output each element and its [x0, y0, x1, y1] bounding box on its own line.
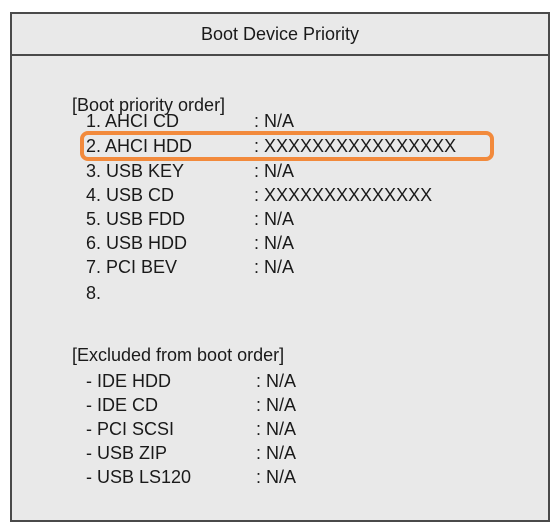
- boot-item-label: 5. USB FDD: [86, 209, 186, 229]
- bios-boot-screen: Boot Device Priority [Boot priority orde…: [10, 12, 550, 522]
- boot-item-value: : N/A: [254, 257, 295, 277]
- boot-item-value: : XXXXXXXXXXXXXXXX: [254, 136, 457, 156]
- excluded-item-label: - USB ZIP: [86, 443, 168, 463]
- boot-item-value: : N/A: [254, 161, 295, 181]
- excluded-order-header: [Excluded from boot order]: [72, 345, 285, 365]
- excluded-item-value: : N/A: [256, 419, 297, 439]
- excluded-item-label: - IDE CD: [86, 395, 158, 415]
- boot-item-label: 8.: [86, 283, 102, 303]
- boot-item-label: 7. PCI BEV: [86, 257, 178, 277]
- boot-item-label: 1. AHCI CD: [86, 111, 180, 131]
- excluded-item-label: - PCI SCSI: [86, 419, 175, 439]
- boot-item-value: : N/A: [254, 111, 295, 131]
- excluded-item-value: : N/A: [256, 371, 297, 391]
- excluded-item-label: - USB LS120: [86, 467, 192, 487]
- boot-item-label: 2. AHCI HDD: [86, 136, 193, 156]
- boot-item-value: : XXXXXXXXXXXXXX: [254, 185, 433, 205]
- boot-item-label: 3. USB KEY: [86, 161, 185, 181]
- excluded-item-value: : N/A: [256, 443, 297, 463]
- boot-item-label: 4. USB CD: [86, 185, 175, 205]
- boot-item-value: : N/A: [254, 233, 295, 253]
- boot-item-value: : N/A: [254, 209, 295, 229]
- excluded-item-value: : N/A: [256, 467, 297, 487]
- screen-title: Boot Device Priority: [12, 14, 548, 56]
- boot-item-label: 6. USB HDD: [86, 233, 188, 253]
- excluded-item-value: : N/A: [256, 395, 297, 415]
- excluded-item-label: - IDE HDD: [86, 371, 171, 391]
